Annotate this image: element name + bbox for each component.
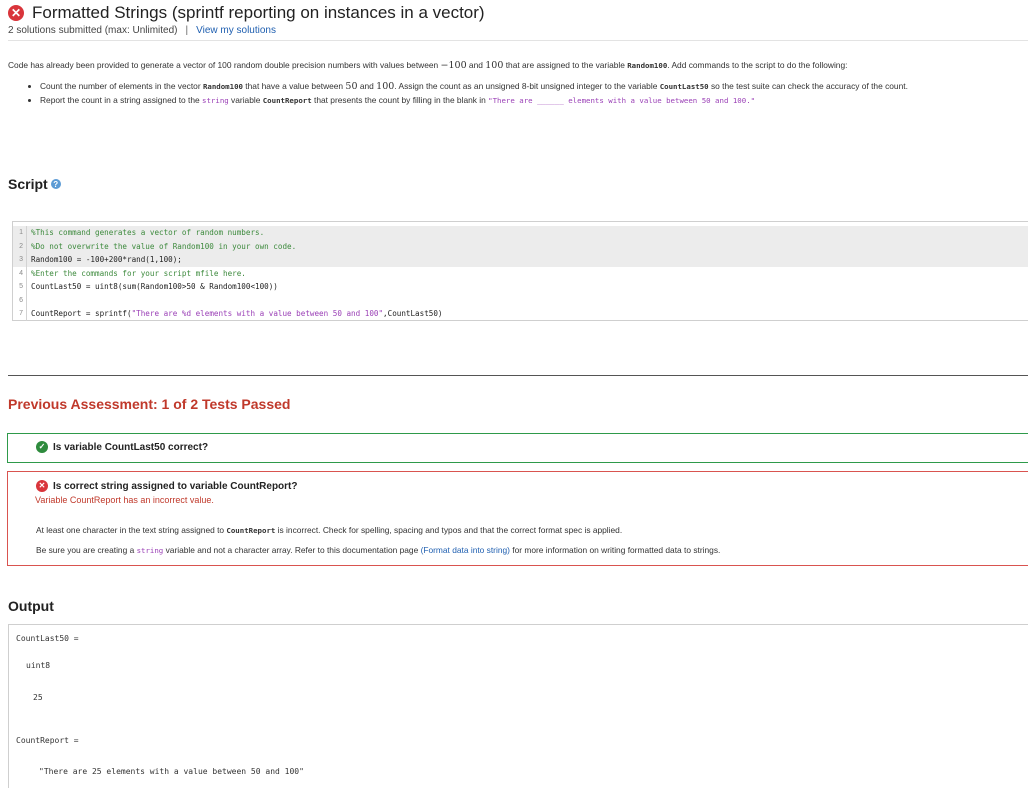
test-result-passed[interactable]: ✓ Is variable CountLast50 correct? [7, 433, 1028, 463]
task2-type: string [202, 96, 229, 105]
intro-var: Random100 [627, 61, 668, 70]
output-panel: CountLast50 = uint8 25 CountReport = "Th… [8, 624, 1028, 788]
string-part: "There are %d elements with a value betw… [131, 309, 384, 319]
task1-high: 100 [376, 81, 395, 92]
msg1-text-b: is incorrect. Check for spelling, spacin… [275, 525, 623, 535]
task1-var2: CountLast50 [659, 82, 709, 91]
task2-text-a: Report the count in a string assigned to… [40, 95, 203, 105]
code-editor[interactable]: 1 %This command generates a vector of ran… [12, 221, 1028, 321]
intro-mid: that are assigned to the variable [503, 60, 628, 70]
script-heading-text: Script [8, 176, 48, 192]
intro-text: Code has already been provided to genera… [8, 60, 441, 70]
msg1-text-a: At least one character in the text strin… [36, 525, 227, 535]
code-line-7[interactable]: 7 CountReport = sprintf("There are %d ele… [13, 307, 1028, 321]
assessment-divider [8, 375, 1028, 376]
task2-text-b: variable [228, 95, 263, 105]
task1-text-b: that have a value between [242, 81, 346, 91]
problem-header: ✕ Formatted Strings (sprintf reporting o… [8, 2, 1028, 38]
output-line: "There are 25 elements with a value betw… [39, 767, 304, 776]
test2-message-1: At least one character in the text strin… [36, 525, 622, 535]
line-number: 7 [13, 307, 27, 321]
msg2-type: string [136, 546, 164, 555]
line-text: CountLast50 = uint8(sum(Random100>50 & R… [31, 282, 278, 292]
line-text: Random100 = -100+200*rand(1,100); [31, 255, 182, 265]
solutions-submitted-count: 2 solutions submitted (max: Unlimited) [8, 25, 178, 36]
test2-title: Is correct string assigned to variable C… [53, 480, 298, 492]
format-data-doc-link[interactable]: (Format data into string) [421, 545, 510, 555]
code-line-1[interactable]: 1 %This command generates a vector of ran… [13, 226, 1028, 240]
script-heading: Script? [8, 176, 61, 192]
test2-subtitle: Variable CountReport has an incorrect va… [35, 495, 214, 505]
code-line-3[interactable]: 3 Random100 = -100+200*rand(1,100); [13, 253, 1028, 267]
msg2-text-b: variable and not a character array. Refe… [163, 545, 421, 555]
view-solutions-link[interactable]: View my solutions [196, 25, 276, 36]
problem-description: Code has already been provided to genera… [8, 60, 1023, 109]
output-heading: Output [8, 598, 54, 614]
task1-var1: Random100 [202, 82, 243, 91]
task2-text-c: that presents the count by filling in th… [311, 95, 489, 105]
meta-separator: | [185, 25, 189, 36]
task1-low: 50 [345, 81, 358, 92]
task1-text-c: . Assign the count as an unsigned 8-bit … [394, 81, 660, 91]
task1-text-a: Count the number of elements in the vect… [40, 81, 203, 91]
line-number: 3 [13, 253, 27, 267]
msg2-text-c: for more information on writing formatte… [509, 545, 721, 555]
line-text: CountReport = sprintf("There are %d elem… [27, 309, 442, 318]
line-number: 4 [13, 266, 27, 280]
check-icon: ✓ [36, 441, 48, 453]
help-icon[interactable]: ? [50, 179, 61, 190]
test2-message-2: Be sure you are creating a string variab… [36, 545, 720, 555]
code-tail: ,CountLast50) [383, 309, 443, 319]
test-result-failed[interactable]: ✕ Is correct string assigned to variable… [7, 471, 1028, 566]
output-line: CountLast50 = [16, 634, 79, 643]
range-low: −100 [440, 60, 467, 71]
code-line-2[interactable]: 2 %Do not overwrite the value of Random10… [13, 239, 1028, 253]
failed-test-icon: ✕ [36, 480, 48, 492]
page-title: Formatted Strings (sprintf reporting on … [32, 3, 485, 22]
title-row: ✕ Formatted Strings (sprintf reporting o… [8, 2, 1028, 24]
task2-var: CountReport [262, 96, 312, 105]
intro-and: and [466, 60, 486, 70]
assessment-heading: Previous Assessment: 1 of 2 Tests Passed [8, 396, 291, 412]
output-line: CountReport = [16, 736, 79, 745]
range-high: 100 [485, 60, 504, 71]
line-number: 2 [13, 239, 27, 253]
line-number: 1 [13, 226, 27, 240]
intro-after: . Add commands to the script to do the f… [667, 60, 848, 70]
msg1-var: CountReport [226, 526, 276, 535]
test1-row: ✓ Is variable CountLast50 correct? [36, 441, 208, 453]
task1-and: and [357, 81, 377, 91]
task-item-count: Count the number of elements in the vect… [40, 81, 1023, 92]
submission-meta: 2 solutions submitted (max: Unlimited) | V… [8, 25, 1028, 38]
test1-title: Is variable CountLast50 correct? [53, 441, 209, 453]
failed-status-icon: ✕ [8, 5, 24, 21]
msg2-text-a: Be sure you are creating a [36, 545, 137, 555]
task1-text-d: so the test suite can check the accuracy… [708, 81, 908, 91]
line-text: %Do not overwrite the value of Random100… [31, 241, 297, 251]
output-line: 25 [33, 693, 43, 702]
code-part: CountReport = sprintf( [31, 309, 132, 319]
task-item-report: Report the count in a string assigned to… [40, 95, 1023, 106]
line-number: 6 [13, 293, 27, 307]
line-text: %This command generates a vector of rand… [31, 228, 265, 238]
task-list: Count the number of elements in the vect… [8, 81, 1023, 106]
line-number: 5 [13, 280, 27, 294]
test2-row: ✕ Is correct string assigned to variable… [36, 480, 298, 492]
output-line: uint8 [26, 661, 51, 670]
description-intro: Code has already been provided to genera… [8, 60, 1023, 71]
code-line-6[interactable]: 6 [13, 293, 1028, 307]
code-line-4[interactable]: 4 %Enter the commands for your script mfi… [13, 266, 1028, 280]
header-divider [8, 40, 1028, 41]
line-text: %Enter the commands for your script mfil… [31, 268, 246, 278]
code-line-5[interactable]: 5 CountLast50 = uint8(sum(Random100>50 & … [13, 280, 1028, 294]
task2-string: "There are ______ elements with a value … [488, 96, 756, 105]
